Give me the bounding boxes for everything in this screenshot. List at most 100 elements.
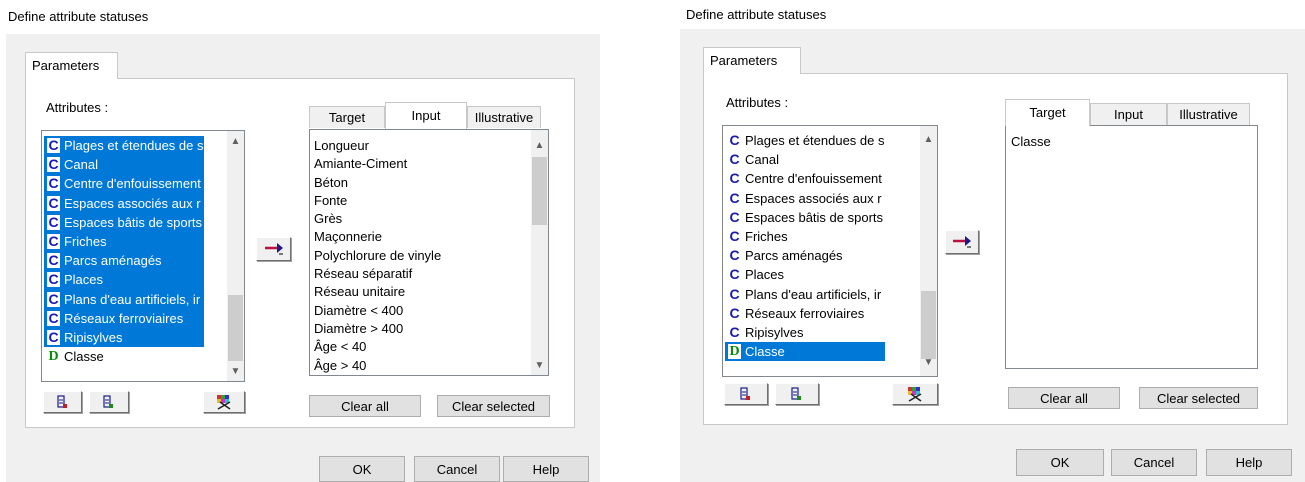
attribute-list-item[interactable]: C Places — [44, 270, 204, 290]
help-button[interactable]: Help — [503, 456, 589, 482]
attributes-listbox[interactable]: C Plages et étendues de s C Canal C Centre d'… — [41, 130, 245, 382]
attributes-label: Attributes : — [46, 100, 109, 115]
tab-illustrative[interactable]: Illustrative — [1167, 103, 1250, 125]
list-add-button[interactable] — [89, 391, 129, 413]
attributes-scrollbar[interactable]: ▲ ▼ — [227, 131, 244, 381]
attribute-list-item[interactable]: C Réseaux ferroviaires — [44, 308, 204, 328]
cancel-button[interactable]: Cancel — [1111, 449, 1197, 476]
scroll-up-arrow-icon[interactable]: ▲ — [531, 137, 548, 154]
attribute-label: Plans d'eau artificiels, ir — [64, 291, 201, 307]
clear-all-button[interactable]: Clear all — [1008, 387, 1120, 409]
attribute-list-item[interactable]: C Friches — [725, 227, 885, 246]
move-right-arrow-icon — [953, 236, 971, 248]
list-item[interactable]: Béton — [314, 174, 441, 192]
list-item[interactable]: Diamètre > 400 — [314, 320, 441, 338]
continuous-variable-icon: C — [729, 227, 740, 244]
tab-parameters[interactable]: Parameters — [25, 52, 118, 79]
attribute-label: Ripisylves — [745, 324, 804, 340]
list-item[interactable]: Âge > 40 — [314, 357, 441, 375]
attribute-list-item[interactable]: C Réseaux ferroviaires — [725, 304, 885, 323]
attribute-list-item[interactable]: C Plages et étendues de s — [44, 136, 204, 156]
attribute-label: Places — [745, 267, 785, 283]
continuous-variable-icon: C — [47, 328, 60, 345]
continuous-variable-icon: C — [729, 132, 740, 148]
continuous-variable-icon: C — [47, 156, 60, 173]
continuous-variable-icon: C — [47, 271, 60, 288]
list-item[interactable]: Polychlorure de vinyle — [314, 247, 441, 265]
tab-target[interactable]: Target — [1005, 99, 1090, 126]
tab-input[interactable]: Input — [1090, 103, 1167, 125]
attribute-list-item[interactable]: C Centre d'enfouissement — [725, 169, 885, 188]
attribute-list-item[interactable]: C Places — [725, 265, 885, 284]
attribute-list-item[interactable]: C Plans d'eau artificiels, ir — [44, 289, 204, 309]
list-item[interactable]: Amiante-Ciment — [314, 155, 441, 173]
palette-button[interactable] — [203, 391, 245, 413]
move-attribute-button[interactable] — [945, 230, 979, 254]
clear-selected-button[interactable]: Clear selected — [1139, 387, 1258, 409]
list-format-button[interactable] — [724, 383, 768, 405]
attribute-label: Plans d'eau artificiels, ir — [745, 286, 882, 302]
list-item[interactable]: Maçonnerie — [314, 228, 441, 246]
list-item[interactable]: Réseau unitaire — [314, 283, 441, 301]
list-item[interactable]: Classe — [1011, 133, 1051, 151]
attribute-label: Friches — [745, 228, 788, 244]
target-listbox[interactable]: Classe — [1005, 125, 1258, 369]
attribute-list-item[interactable]: C Parcs aménagés — [44, 251, 204, 271]
discrete-variable-icon: D — [48, 349, 59, 365]
attribute-label: Parcs aménagés — [745, 248, 843, 264]
scroll-thumb[interactable] — [532, 157, 547, 225]
tab-target[interactable]: Target — [309, 106, 385, 128]
scroll-thumb[interactable] — [921, 291, 936, 359]
attributes-label: Attributes : — [726, 95, 789, 110]
attribute-list-item[interactable]: C Canal — [725, 150, 885, 169]
tab-parameters[interactable]: Parameters — [703, 47, 801, 74]
list-item[interactable]: Longueur — [314, 137, 441, 155]
attribute-list-item[interactable]: C Centre d'enfouissement — [44, 174, 204, 194]
list-item[interactable]: Grès — [314, 210, 441, 228]
list-format-button[interactable] — [43, 391, 82, 413]
attribute-list-item[interactable]: C Plages et étendues de s — [725, 131, 884, 150]
attribute-list-item[interactable]: C Parcs aménagés — [725, 246, 885, 265]
ok-button[interactable]: OK — [1016, 449, 1104, 476]
attribute-list-item[interactable]: D Classe — [44, 347, 204, 366]
attribute-list-item[interactable]: C Friches — [44, 231, 204, 252]
attributes-listbox[interactable]: C Plages et étendues de s C Canal C Centre d'… — [722, 125, 938, 377]
attribute-list-item[interactable]: C Ripisylves — [44, 327, 204, 348]
continuous-variable-icon: C — [47, 213, 60, 230]
clear-selected-button[interactable]: Clear selected — [437, 395, 550, 417]
attribute-label: Espaces associés aux r — [64, 195, 201, 211]
attribute-list-item[interactable]: D Classe — [725, 342, 885, 362]
continuous-variable-icon: C — [729, 304, 740, 321]
tab-illustrative[interactable]: Illustrative — [467, 106, 541, 128]
palette-button[interactable] — [892, 383, 938, 405]
tab-parameters-cover — [26, 77, 117, 80]
list-item[interactable]: Âge < 40 — [314, 338, 441, 356]
input-scrollbar[interactable]: ▲ ▼ — [531, 130, 548, 375]
attribute-list-item[interactable]: C Espaces associés aux r — [725, 189, 885, 208]
attributes-scrollbar[interactable]: ▲ ▼ — [920, 126, 937, 376]
scroll-up-arrow-icon[interactable]: ▲ — [920, 131, 937, 148]
scroll-down-arrow-icon[interactable]: ▼ — [531, 357, 548, 374]
help-button[interactable]: Help — [1206, 449, 1292, 476]
scroll-down-arrow-icon[interactable]: ▼ — [227, 363, 244, 380]
clear-all-button[interactable]: Clear all — [309, 395, 421, 417]
attribute-list-item[interactable]: C Plans d'eau artificiels, ir — [725, 285, 885, 304]
attribute-list-item[interactable]: C Ripisylves — [725, 323, 885, 342]
discrete-variable-icon: D — [728, 344, 741, 360]
move-attribute-button[interactable] — [256, 237, 291, 261]
attribute-list-item[interactable]: C Espaces bâtis de sports — [725, 208, 885, 227]
list-item[interactable]: Diamètre < 400 — [314, 302, 441, 320]
list-item[interactable]: Réseau séparatif — [314, 265, 441, 283]
cancel-button[interactable]: Cancel — [414, 456, 500, 482]
attribute-list-item[interactable]: C Espaces associés aux r — [44, 193, 204, 213]
attribute-list-item[interactable]: C Espaces bâtis de sports — [44, 212, 204, 232]
list-item[interactable]: Fonte — [314, 192, 441, 210]
input-listbox[interactable]: Longueur Amiante-Ciment Béton Fonte Grès Maço… — [309, 129, 549, 376]
tab-input[interactable]: Input — [385, 102, 467, 129]
attribute-list-item[interactable]: C Canal — [44, 155, 204, 175]
ok-button[interactable]: OK — [319, 456, 405, 482]
list-add-button[interactable] — [775, 383, 819, 405]
scroll-up-arrow-icon[interactable]: ▲ — [227, 133, 244, 150]
scroll-down-arrow-icon[interactable]: ▼ — [920, 354, 937, 371]
scroll-thumb[interactable] — [228, 295, 243, 361]
